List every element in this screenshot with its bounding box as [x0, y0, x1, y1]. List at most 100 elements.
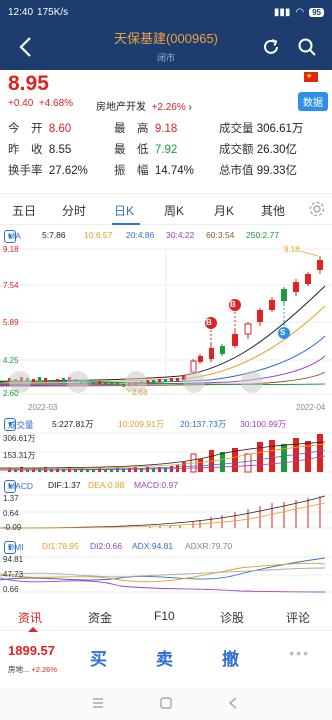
- dmi-selector[interactable]: DMI ▾: [4, 541, 24, 554]
- ma60-value: 60:3.54: [206, 230, 235, 240]
- macd-legend: MACD ▾ DIF:1.37 DEA:0.88 MACD:0.97: [0, 480, 332, 493]
- macd-chart[interactable]: [0, 493, 332, 533]
- sector-info[interactable]: 房地产开发 +2.26% ›: [96, 98, 192, 113]
- buy-button[interactable]: 买: [90, 645, 107, 670]
- date-end: 2022-04: [296, 403, 326, 412]
- dmi-chart[interactable]: [0, 554, 332, 598]
- kline-y-3: 5.89: [3, 318, 19, 327]
- adx-line: [0, 557, 326, 581]
- refresh-icon: [264, 39, 278, 54]
- tab-comments[interactable]: 评论: [286, 609, 310, 626]
- stat-open: 今 开 8.60: [8, 123, 72, 135]
- ma5-value: 5:7.86: [42, 230, 66, 240]
- tab-funds[interactable]: 资金: [88, 609, 112, 626]
- stat-volume: 成交量 306.61万: [219, 123, 304, 135]
- search-icon: [298, 38, 316, 56]
- data-button[interactable]: 数据: [298, 92, 328, 111]
- macd-selector[interactable]: MACD ▾: [4, 480, 33, 493]
- tab-intraday[interactable]: 分时: [62, 202, 86, 219]
- current-price: 8.95: [8, 72, 49, 95]
- signal-icon: ▮▮▮: [273, 6, 291, 18]
- buy-signal-label: B: [206, 318, 212, 327]
- dmi-di1: DI1:78.95: [42, 541, 79, 551]
- refresh-button[interactable]: [256, 32, 286, 62]
- active-tab-caret-icon: [28, 627, 38, 632]
- kline-chart[interactable]: [0, 244, 332, 402]
- dmi-y-top: 94.81: [3, 555, 24, 564]
- max-price-pointer: [299, 250, 319, 257]
- info-tabs: 资讯 资金 F10 诊股 评论: [0, 603, 332, 632]
- dmi-adx: ADX:94.81: [132, 541, 174, 551]
- ma20-value: 20:4.86: [126, 230, 155, 240]
- price-change: +0.40 +4.68%: [8, 98, 74, 109]
- stat-high: 最 高 9.18: [114, 123, 178, 135]
- china-flag-icon: ★: [304, 72, 318, 82]
- header-bar: 天保基建(000965) 闭市: [0, 24, 332, 70]
- macd-y-bottom: -0.09: [3, 523, 22, 532]
- back-nav-icon[interactable]: [228, 697, 238, 709]
- dmi-di2: DI2:0.66: [90, 541, 123, 551]
- cancel-order-button[interactable]: 撤: [222, 645, 239, 670]
- tab-monthly-k[interactable]: 月K: [214, 202, 234, 219]
- sector-index-value[interactable]: 1899.57: [8, 643, 55, 658]
- ma30-value: 30:4.22: [166, 230, 195, 240]
- kline-y-2: 7.54: [3, 281, 19, 290]
- quote-panel: 8.95 +0.40 +4.68% 房地产开发 +2.26% › ★ 数据: [0, 70, 332, 114]
- stat-market-cap: 总市值 99.33亿: [219, 165, 297, 177]
- tab-f10[interactable]: F10: [154, 609, 175, 623]
- di2-line: [0, 577, 326, 593]
- search-button[interactable]: [292, 32, 322, 62]
- date-start: 2022-03: [28, 403, 58, 412]
- volume-selector[interactable]: 成交量 ▾: [4, 418, 34, 431]
- tab-diagnosis[interactable]: 诊股: [220, 609, 244, 626]
- tab-weekly-k[interactable]: 周K: [164, 202, 184, 219]
- ma250-value: 250:2.77: [246, 230, 280, 240]
- system-nav-bar: [0, 688, 332, 720]
- vol20-value: 20:137.73万: [180, 419, 227, 429]
- stats-grid: 今 开 8.60 昨 收 8.55 换手率 27.62% 最 高 9.18 最 …: [0, 117, 332, 183]
- vol5-value: 5:227.81万: [52, 419, 94, 429]
- kline-min-label: 2.68: [132, 388, 148, 397]
- more-button[interactable]: •••: [289, 645, 310, 661]
- stat-turnover: 换手率 27.62%: [8, 165, 88, 177]
- stat-amount: 成交额 26.30亿: [219, 144, 297, 156]
- macd-y-top: 1.37: [3, 494, 19, 503]
- wifi-icon: ◠: [295, 6, 305, 18]
- ma10-value: 10:6.57: [84, 230, 113, 240]
- gear-icon[interactable]: [308, 200, 326, 218]
- dmi-legend: DMI ▾ DI1:78.95 DI2:0.66 ADX:94.81 ADXR:…: [0, 541, 332, 554]
- sell-button[interactable]: 卖: [156, 645, 173, 670]
- period-tabs: 五日 分时 日K 周K 月K 其他: [0, 193, 332, 225]
- menu-icon[interactable]: [92, 698, 104, 708]
- stat-amplitude: 振 幅 14.74%: [114, 165, 194, 177]
- status-bar: 12:40 175K/s ▮▮▮ ◠ 95: [0, 0, 332, 24]
- sell-signal-label: S: [280, 328, 286, 337]
- status-time: 12:40: [8, 6, 34, 18]
- ma10-line: [0, 305, 326, 384]
- tab-5day[interactable]: 五日: [12, 202, 36, 219]
- volume-legend: 成交量 ▾ 5:227.81万 10:209.91万 20:137.73万 30…: [0, 418, 332, 431]
- home-icon[interactable]: [160, 697, 172, 709]
- status-speed: 175K/s: [37, 6, 69, 18]
- macd-dif: DIF:1.37: [48, 480, 81, 490]
- volume-chart[interactable]: [0, 432, 332, 474]
- kline-max-label: 9.18: [284, 245, 300, 254]
- buy-signal-label: B: [230, 300, 236, 309]
- kline-y-4: 4.25: [3, 356, 19, 365]
- vol10-value: 10:209.91万: [118, 419, 165, 429]
- tab-news[interactable]: 资讯: [18, 609, 42, 626]
- ma-selector[interactable]: MA ▾: [4, 230, 21, 243]
- tab-daily-k[interactable]: 日K: [114, 202, 134, 219]
- kline-y-top: 9.18: [3, 245, 19, 254]
- vol30-value: 30:100.99万: [240, 419, 287, 429]
- stat-low: 最 低 7.92: [114, 144, 178, 156]
- trade-bar: 1899.57 房地... +2.26% 买 卖 撤 •••: [0, 633, 332, 685]
- stat-prev-close: 昨 收 8.55: [8, 144, 72, 156]
- adxr-line: [0, 567, 326, 578]
- tab-other[interactable]: 其他: [261, 202, 285, 219]
- ma-legend: MA ▾ 5:7.86 10:6.57 20:4.86 30:4.22 60:3…: [0, 230, 332, 243]
- sector-index-info: 房地... +2.26%: [8, 665, 58, 674]
- dmi-y-mid: 47.73: [3, 570, 24, 579]
- volume-y-mid: 153.31万: [3, 451, 36, 460]
- macd-y-mid: 0.64: [3, 509, 19, 518]
